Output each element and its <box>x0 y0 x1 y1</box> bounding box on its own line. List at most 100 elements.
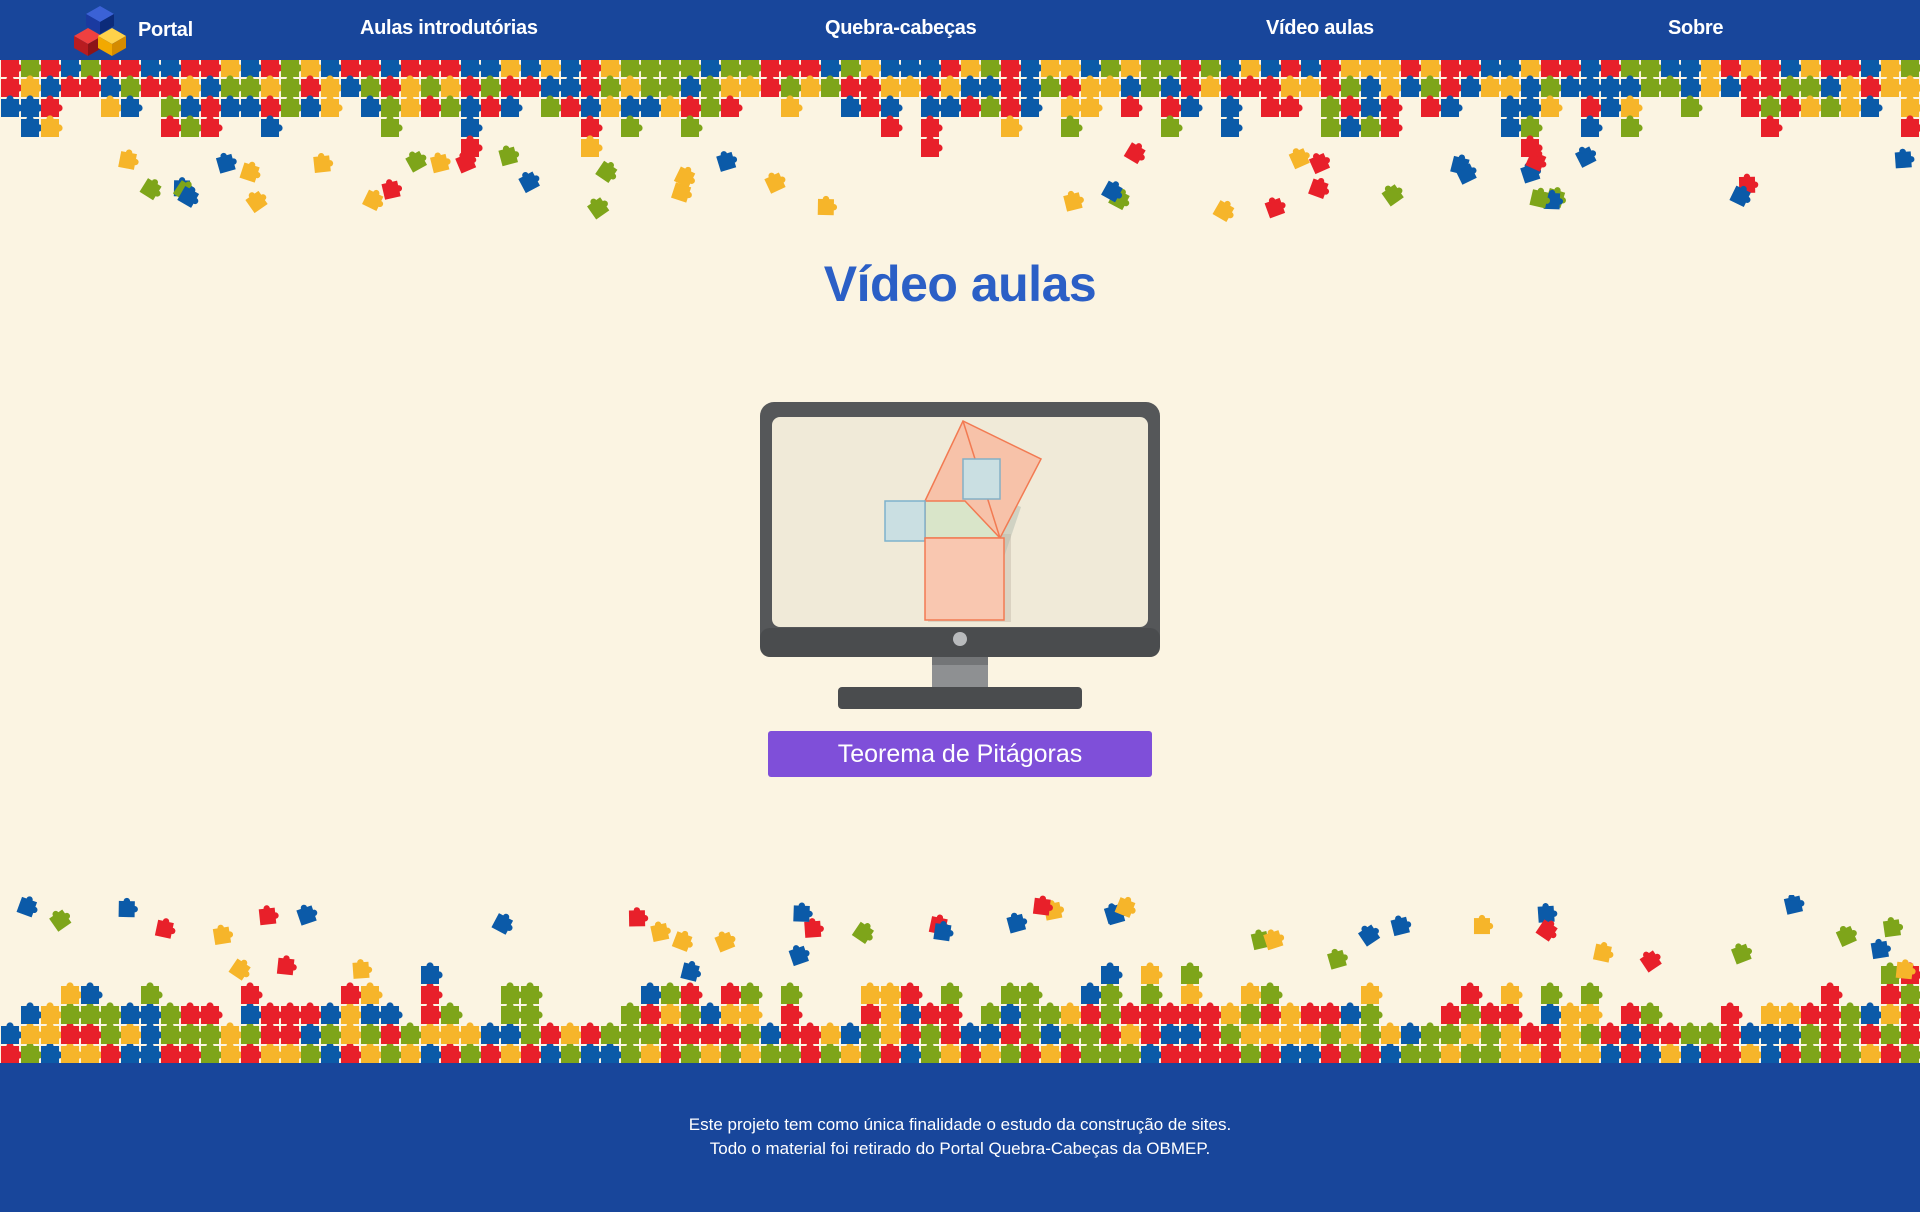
puzzle-piece <box>1081 58 1103 77</box>
puzzle-piece <box>1361 982 1383 1004</box>
puzzle-piece <box>681 982 703 1004</box>
puzzle-piece <box>201 1002 223 1024</box>
puzzle-piece <box>941 982 963 1004</box>
puzzle-piece <box>1761 95 1783 117</box>
puzzle-piece <box>1621 95 1643 117</box>
puzzle-piece <box>239 161 261 183</box>
puzzle-piece <box>1041 75 1063 97</box>
brand-link[interactable]: Portal <box>74 5 193 56</box>
puzzle-piece <box>1221 58 1243 77</box>
puzzle-piece <box>1761 115 1783 137</box>
puzzle-piece <box>201 75 223 97</box>
puzzle-piece <box>341 75 363 97</box>
puzzle-piece <box>81 1042 103 1064</box>
puzzle-piece <box>1181 58 1203 77</box>
puzzle-piece <box>1321 58 1343 77</box>
nav-link-sobre[interactable]: Sobre <box>1668 17 1723 40</box>
puzzle-piece <box>215 152 237 174</box>
puzzle-piece <box>1381 1042 1403 1064</box>
puzzle-piece <box>861 982 883 1004</box>
puzzle-piece <box>41 1022 63 1044</box>
puzzle-piece <box>561 58 583 77</box>
puzzle-piece <box>714 931 736 953</box>
puzzle-piece <box>1081 1022 1103 1044</box>
puzzle-piece <box>881 1042 903 1064</box>
puzzle-piece <box>1161 75 1183 97</box>
puzzle-piece <box>421 1022 443 1044</box>
puzzle-piece <box>1401 75 1423 97</box>
puzzle-piece <box>1381 115 1403 137</box>
puzzle-piece <box>401 58 423 77</box>
video-button-teorema-de-pitagoras[interactable]: Teorema de Pitágoras <box>768 731 1152 777</box>
puzzle-piece <box>721 1022 743 1044</box>
puzzle-piece <box>1501 982 1523 1004</box>
puzzle-piece <box>181 1002 203 1024</box>
puzzle-piece <box>1001 1022 1023 1044</box>
puzzle-piece <box>1321 1042 1343 1064</box>
puzzle-piece <box>1357 924 1381 947</box>
puzzle-piece <box>1441 1002 1463 1024</box>
puzzle-piece <box>1881 1042 1903 1064</box>
puzzle-piece <box>701 75 723 97</box>
puzzle-piece <box>261 115 283 137</box>
puzzle-piece <box>1721 1022 1743 1044</box>
puzzle-piece <box>701 1002 723 1024</box>
puzzle-piece <box>1221 95 1243 117</box>
puzzle-piece <box>1783 895 1805 915</box>
puzzle-piece <box>1781 75 1803 97</box>
puzzle-piece <box>101 75 123 97</box>
puzzle-piece <box>121 95 143 117</box>
puzzle-piece <box>921 1042 943 1064</box>
puzzle-piece <box>1621 1042 1643 1064</box>
puzzle-piece <box>321 1042 343 1064</box>
puzzle-piece <box>61 1002 83 1024</box>
puzzle-piece <box>1321 1022 1343 1044</box>
puzzle-piece <box>1601 1042 1623 1064</box>
puzzle-piece <box>405 150 428 173</box>
puzzle-piece <box>1581 58 1603 77</box>
puzzle-piece <box>1601 75 1623 97</box>
puzzle-piece <box>1101 75 1123 97</box>
monitor-icon[interactable] <box>760 402 1160 712</box>
puzzle-piece <box>681 58 703 77</box>
brand-label: Portal <box>138 18 193 41</box>
nav-link-quebra-cabecas[interactable]: Quebra-cabeças <box>825 17 977 40</box>
puzzle-piece <box>301 75 323 97</box>
puzzle-piece <box>1881 75 1903 97</box>
puzzle-piece <box>961 1022 983 1044</box>
puzzle-piece <box>1541 95 1563 117</box>
puzzle-piece <box>1601 58 1623 77</box>
puzzle-piece <box>741 1002 763 1024</box>
puzzle-piece <box>361 1022 383 1044</box>
puzzle-piece <box>641 95 663 117</box>
puzzle-piece <box>381 115 403 137</box>
puzzle-piece <box>1701 1042 1723 1064</box>
puzzle-piece <box>1101 1002 1123 1024</box>
puzzle-piece <box>1661 1022 1683 1044</box>
puzzle-piece <box>561 95 583 117</box>
puzzle-piece <box>61 982 83 1004</box>
puzzle-piece <box>961 75 983 97</box>
puzzle-piece <box>521 75 543 97</box>
puzzle-piece <box>1021 1042 1043 1064</box>
puzzle-piece <box>49 909 72 932</box>
puzzle-piece <box>241 1042 263 1064</box>
puzzle-piece <box>421 58 443 77</box>
puzzle-piece <box>701 1042 723 1064</box>
nav-link-aulas-introdutorias[interactable]: Aulas introdutórias <box>360 17 538 40</box>
puzzle-piece <box>1264 197 1286 219</box>
puzzle-piece <box>421 1002 443 1024</box>
puzzle-piece <box>1401 58 1423 77</box>
puzzle-piece <box>721 1002 743 1024</box>
puzzle-piece <box>141 982 163 1004</box>
puzzle-piece <box>301 1042 323 1064</box>
puzzle-piece <box>1081 982 1103 1004</box>
puzzle-piece <box>361 1042 383 1064</box>
puzzle-piece <box>981 58 1003 77</box>
nav-link-video-aulas[interactable]: Vídeo aulas <box>1266 17 1374 40</box>
puzzle-piece <box>1441 75 1463 97</box>
puzzle-piece <box>1901 1022 1920 1044</box>
puzzle-piece <box>1421 1022 1443 1044</box>
puzzle-piece <box>641 75 663 97</box>
puzzle-piece <box>1241 1002 1263 1024</box>
